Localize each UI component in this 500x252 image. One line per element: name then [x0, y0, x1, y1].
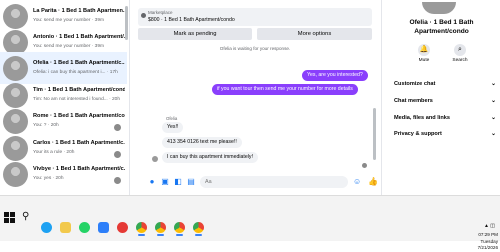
outgoing-message: if you want tour then send me your numbe…	[212, 84, 358, 95]
chat-scrollbar[interactable]	[373, 108, 376, 160]
conversation-snippet: Ofelia: i can buy this apartment i... · …	[33, 70, 118, 75]
clock-time: 07:29 PM	[478, 232, 498, 237]
emoji-icon[interactable]: ☺	[353, 178, 361, 186]
mute-button[interactable]: 🔔 Mute	[412, 44, 436, 63]
profile-name-line1: Ofelia · 1 Bed 1 Bath	[409, 19, 474, 26]
gif-icon[interactable]: ▤	[187, 178, 195, 186]
active-indicator	[176, 234, 183, 236]
more-options-button[interactable]: More options	[257, 28, 372, 40]
message-input[interactable]	[200, 176, 348, 188]
microphone-icon[interactable]: ●	[148, 178, 156, 186]
chat-panel: Marketplace $800 · 1 Bed 1 Bath Apartmen…	[130, 0, 380, 195]
like-icon[interactable]: 👍	[368, 178, 378, 186]
word-icon[interactable]	[98, 222, 109, 233]
sender-name: Ofelia	[166, 116, 178, 121]
marketplace-icon	[141, 13, 146, 18]
marketplace-label: Marketplace	[148, 10, 173, 15]
active-indicator	[157, 234, 164, 236]
search-label: Search	[452, 58, 468, 63]
avatar	[3, 161, 28, 187]
clock[interactable]: 07:29 PM Tuesday 7/21/2026	[478, 232, 498, 252]
chrome-icon[interactable]	[136, 222, 147, 233]
conversation-snippet: Your its a rule · 20h	[33, 150, 75, 155]
message-composer: ● ▣ ◧ ▤ ☺ 👍	[130, 172, 380, 192]
app-icon[interactable]	[117, 222, 128, 233]
chevron-down-icon: ⌄	[490, 81, 496, 87]
incoming-message: Yes!!	[162, 122, 184, 133]
seen-avatar	[114, 151, 121, 158]
conversation-name: La Parita · 1 Bed 1 Bath Apartmen...	[33, 8, 125, 14]
file-explorer-icon[interactable]	[60, 222, 71, 233]
avatar	[3, 55, 28, 81]
sticker-icon[interactable]: ◧	[174, 178, 182, 186]
mark-as-pending-button[interactable]: Mark as pending	[138, 28, 252, 40]
clock-date: 7/21/2026	[477, 245, 498, 250]
incoming-message: 413 354 0126 text me please!!	[162, 137, 242, 148]
avatar	[3, 135, 28, 161]
image-icon[interactable]: ▣	[161, 178, 169, 186]
conversation-info-panel: Ofelia · 1 Bed 1 Bath Apartment/condo 🔔 …	[381, 0, 500, 195]
conversation-snippet: Tim: No am not interested i found... · 2…	[33, 97, 121, 102]
outgoing-message: Yes, are you interested?	[302, 70, 368, 81]
avatar	[3, 3, 28, 29]
conversation-name: Ofelia · 1 Bed 1 Bath Apartment/c...	[33, 60, 125, 66]
avatar	[3, 29, 28, 55]
conversation-list: La Parita · 1 Bed 1 Bath Apartmen... You…	[0, 0, 130, 195]
avatar	[3, 82, 28, 108]
marketplace-listing-card[interactable]: Marketplace $800 · 1 Bed 1 Bath Apartmen…	[138, 8, 372, 26]
chat-members-section[interactable]: Chat members ⌄	[394, 95, 498, 107]
conversation-scrollbar[interactable]	[125, 6, 128, 40]
section-label: Customize chat	[394, 81, 436, 87]
conversation-name: Vivbye · 1 Bed 1 Bath Apartment/c...	[33, 166, 125, 172]
conversation-snippet: You: yes · 20h	[33, 176, 64, 181]
chevron-down-icon: ⌄	[490, 115, 496, 121]
section-label: Media, files and links	[394, 115, 450, 121]
mute-label: Mute	[418, 58, 430, 63]
profile-name: Ofelia · 1 Bed 1 Bath Apartment/condo	[382, 18, 500, 36]
sender-avatar	[152, 156, 158, 162]
conversation-name: Carlos · 1 Bed 1 Bath Apartment/c...	[33, 140, 125, 146]
chrome-icon[interactable]	[193, 222, 204, 233]
section-label: Privacy & support	[394, 131, 442, 137]
windows-start-icon[interactable]	[4, 212, 15, 223]
conversation-snippet: You: send me your number · 39m	[33, 18, 105, 23]
chrome-icon[interactable]	[155, 222, 166, 233]
seen-avatar	[114, 124, 121, 131]
system-tray-icons[interactable]: ▲ ◫	[484, 223, 495, 229]
chrome-icon[interactable]	[174, 222, 185, 233]
conversation-name: Tim · 1 Bed 1 Bath Apartment/condo	[33, 87, 125, 93]
search-icon: ⌕	[454, 44, 466, 56]
privacy-support-section[interactable]: Privacy & support ⌄	[394, 128, 498, 140]
chevron-down-icon: ⌄	[490, 131, 496, 137]
conversation-snippet: You: send me your number · 39m	[33, 44, 105, 49]
taskbar: ⚲ ▲ ◫ 07:29 PM Tuesday 7/21/2026	[0, 195, 500, 250]
section-label: Chat members	[394, 98, 433, 104]
active-indicator	[195, 234, 202, 236]
incoming-message: I can buy this apartment immediately!	[162, 152, 258, 163]
conversation-name: Rome · 1 Bed 1 Bath Apartment/co...	[33, 113, 125, 119]
active-indicator	[138, 234, 145, 236]
seen-avatar	[114, 177, 121, 184]
search-button[interactable]: ⌕ Search	[448, 44, 472, 63]
profile-name-line2: Apartment/condo	[414, 28, 469, 35]
profile-avatar	[422, 2, 456, 14]
conversation-name: Antonio · 1 Bed 1 Bath Apartment/...	[33, 34, 125, 40]
chevron-down-icon: ⌄	[490, 98, 496, 104]
conversation-item[interactable]: Vivbye · 1 Bed 1 Bath Apartment/c... You…	[0, 158, 127, 190]
seen-avatar	[362, 163, 367, 168]
taskbar-search-icon[interactable]: ⚲	[22, 211, 29, 222]
edge-icon[interactable]	[41, 222, 52, 233]
whatsapp-icon[interactable]	[79, 222, 90, 233]
media-files-links-section[interactable]: Media, files and links ⌄	[394, 112, 498, 124]
waiting-notice: Ofelia is waiting for your response.	[219, 46, 291, 51]
listing-title: $800 · 1 Bed 1 Bath Apartment/condo	[148, 17, 235, 23]
conversation-snippet: You: ? · 20h	[33, 123, 59, 128]
avatar	[3, 108, 28, 134]
bell-icon: 🔔	[418, 44, 430, 56]
customize-chat-section[interactable]: Customize chat ⌄	[394, 78, 498, 90]
